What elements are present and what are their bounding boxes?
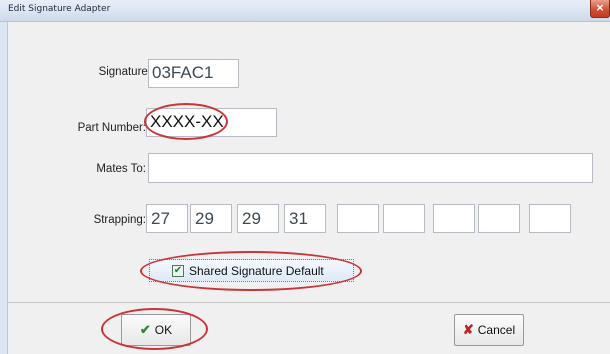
cancel-button-label: Cancel (477, 323, 516, 337)
strapping-field-7[interactable] (433, 204, 475, 233)
dialog-body: Signature: 03FAC1 Part Number: XXXX-XX M… (8, 22, 610, 354)
strapping-field-9[interactable] (529, 204, 571, 233)
strapping-field-6[interactable] (383, 204, 425, 233)
ok-button-label: OK (154, 323, 173, 337)
shared-signature-default-label: Shared Signature Default (189, 264, 324, 278)
checkbox-checked-icon[interactable]: ✔ (172, 265, 184, 277)
window-title: Edit Signature Adapter (8, 4, 111, 14)
mates-to-field[interactable] (148, 153, 593, 183)
strapping-field-3[interactable]: 29 (237, 204, 279, 233)
strapping-field-4[interactable]: 31 (284, 204, 326, 233)
strapping-field-5[interactable] (337, 204, 379, 233)
shared-signature-default-checkbox[interactable]: ✔ Shared Signature Default (149, 259, 354, 282)
close-button[interactable]: × (590, 0, 610, 18)
strapping-field-2[interactable]: 29 (190, 204, 232, 233)
part-number-label: Part Number: (77, 122, 146, 134)
window-frame-left (0, 22, 8, 354)
footer-separator (8, 302, 610, 303)
signature-label: Signature: (98, 66, 151, 78)
strapping-field-1[interactable]: 27 (146, 204, 188, 233)
checkmark-icon: ✔ (139, 322, 151, 337)
x-icon: ✘ (462, 322, 474, 337)
edit-signature-adapter-dialog: Edit Signature Adapter × Signature: 03FA… (0, 0, 610, 354)
cancel-button[interactable]: ✘ Cancel (454, 314, 524, 346)
close-icon: × (595, 1, 605, 14)
strapping-label: Strapping: (93, 214, 146, 226)
title-bar[interactable]: Edit Signature Adapter × (0, 0, 610, 22)
signature-field[interactable]: 03FAC1 (148, 59, 239, 88)
ok-button[interactable]: ✔ OK (121, 314, 191, 346)
part-number-field[interactable]: XXXX-XX (146, 108, 277, 137)
mates-to-label: Mates To: (96, 163, 146, 175)
strapping-field-8[interactable] (478, 204, 520, 233)
